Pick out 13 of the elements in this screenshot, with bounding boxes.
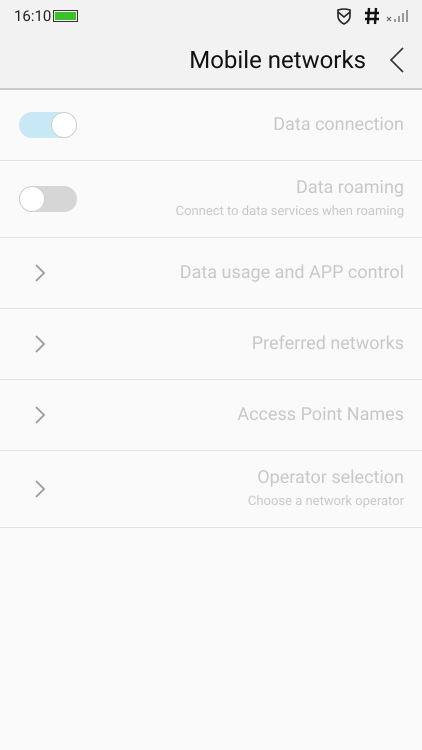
shield-icon <box>336 8 352 24</box>
hash-icon <box>364 7 380 25</box>
toggle-switch[interactable] <box>19 112 77 138</box>
page-title: Mobile networks <box>189 45 366 76</box>
toggle-switch[interactable] <box>19 186 77 212</box>
back-button[interactable] <box>390 46 406 74</box>
chevron-right-icon <box>34 479 46 499</box>
status-time: 16:10 <box>14 6 52 27</box>
battery-icon <box>53 10 78 22</box>
chevron-right-icon <box>34 334 46 354</box>
chevron-right-icon <box>34 263 46 283</box>
chevron-right-icon <box>34 405 46 425</box>
signal-icon <box>386 9 408 23</box>
